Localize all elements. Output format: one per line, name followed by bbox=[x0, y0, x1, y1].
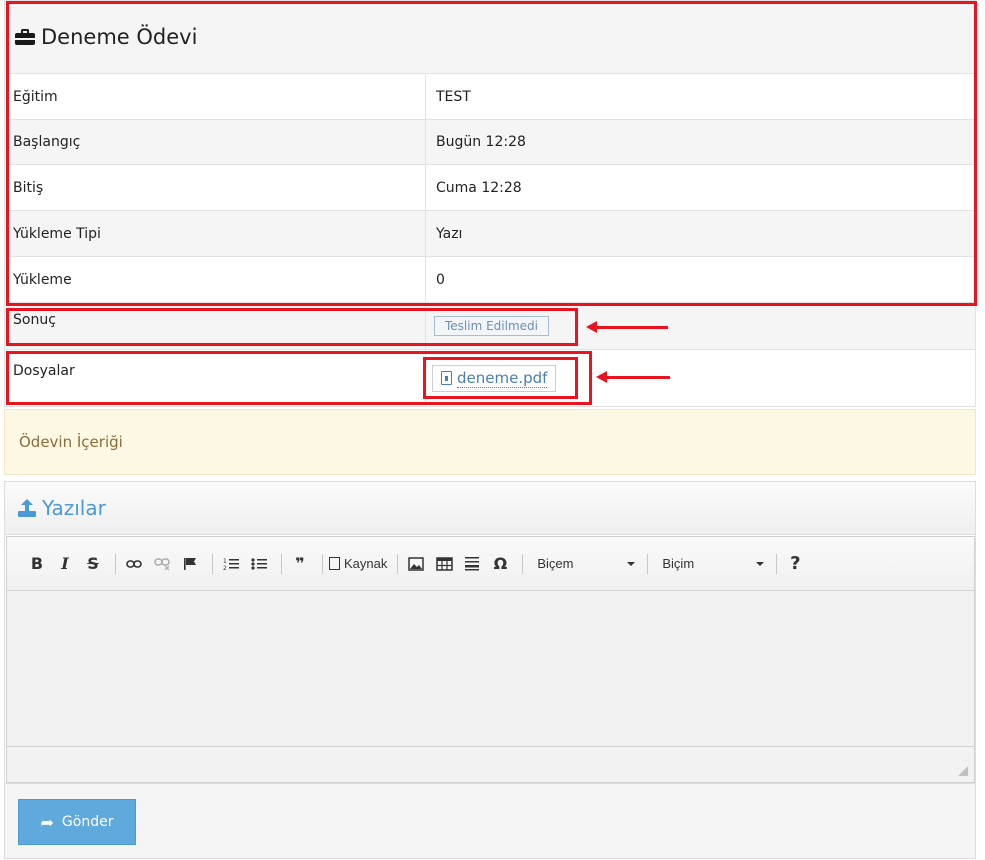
special-character-button[interactable]: Ω bbox=[488, 552, 512, 576]
result-label: Sonuç bbox=[5, 303, 426, 349]
numbered-list-icon[interactable]: 12 bbox=[219, 552, 243, 576]
source-icon bbox=[329, 557, 340, 570]
editor-status-bar bbox=[7, 746, 974, 782]
writings-panel-header: Yazılar bbox=[5, 482, 975, 535]
format-dropdown-value: Biçim bbox=[662, 556, 695, 571]
blockquote-icon[interactable]: ❞ bbox=[288, 552, 312, 576]
bold-button[interactable]: B bbox=[25, 552, 49, 576]
detail-label: Bitiş bbox=[5, 165, 426, 210]
editor-content-area[interactable] bbox=[7, 591, 974, 746]
resize-handle-icon[interactable] bbox=[958, 766, 968, 776]
detail-label: Eğitim bbox=[5, 74, 426, 119]
send-button-label: Gönder bbox=[61, 814, 114, 830]
assignment-header: Deneme Ödevi bbox=[4, 0, 976, 74]
send-button[interactable]: ➦ Gönder bbox=[18, 799, 136, 845]
svg-text:1: 1 bbox=[223, 558, 227, 565]
detail-value: TEST bbox=[436, 88, 471, 105]
status-badge: Teslim Edilmedi bbox=[434, 316, 549, 336]
horizontal-line-icon[interactable] bbox=[460, 552, 484, 576]
pdf-file-icon bbox=[441, 371, 452, 385]
detail-label: Yükleme Tipi bbox=[5, 211, 426, 256]
detail-value: 0 bbox=[436, 271, 445, 288]
files-row: Dosyalar deneme.pdf bbox=[4, 350, 976, 407]
rich-text-editor: B I S 12 ❞ Kaynak Ω Biçem Biçim ? bbox=[6, 536, 975, 783]
image-icon[interactable] bbox=[404, 552, 428, 576]
briefcase-icon bbox=[15, 29, 35, 45]
result-row: Sonuç Teslim Edilmedi bbox=[4, 303, 976, 350]
unlink-icon[interactable] bbox=[150, 552, 174, 576]
italic-button[interactable]: I bbox=[53, 552, 77, 576]
detail-label: Yükleme bbox=[5, 257, 426, 302]
strikethrough-button[interactable]: S bbox=[81, 552, 105, 576]
upload-icon bbox=[18, 499, 36, 517]
anchor-flag-icon[interactable] bbox=[178, 552, 202, 576]
assignment-content-panel[interactable]: Ödevin İçeriği bbox=[4, 409, 976, 475]
detail-value: Bugün 12:28 bbox=[436, 134, 526, 150]
link-icon[interactable] bbox=[122, 552, 146, 576]
assignment-title: Deneme Ödevi bbox=[41, 25, 198, 49]
style-dropdown-value: Biçem bbox=[537, 556, 574, 571]
annotation-arrow bbox=[604, 376, 670, 379]
detail-row-egitim: Eğitim TEST bbox=[4, 74, 976, 120]
detail-value: Yazı bbox=[436, 225, 463, 242]
file-name: deneme.pdf bbox=[457, 368, 548, 388]
share-arrow-icon: ➦ bbox=[40, 812, 54, 832]
files-label: Dosyalar bbox=[5, 350, 426, 406]
table-icon[interactable] bbox=[432, 552, 456, 576]
chevron-down-icon bbox=[627, 561, 636, 566]
bulleted-list-icon[interactable] bbox=[247, 552, 271, 576]
editor-toolbar: B I S 12 ❞ Kaynak Ω Biçem Biçim ? bbox=[7, 537, 974, 591]
content-panel-label: Ödevin İçeriği bbox=[19, 433, 123, 451]
writings-panel-footer: ➦ Gönder bbox=[5, 783, 975, 858]
detail-row-bitis: Bitiş Cuma 12:28 bbox=[4, 165, 976, 211]
help-button[interactable]: ? bbox=[783, 552, 807, 576]
detail-row-yukleme: Yükleme 0 bbox=[4, 257, 976, 303]
detail-label: Başlangıç bbox=[5, 120, 426, 164]
writings-panel: Yazılar B I S 12 ❞ Kaynak Ω Biçem Biçim … bbox=[4, 481, 976, 859]
svg-text:2: 2 bbox=[223, 565, 227, 571]
format-dropdown[interactable]: Biçim bbox=[654, 552, 770, 576]
annotation-arrow bbox=[594, 326, 668, 329]
chevron-down-icon bbox=[756, 561, 765, 566]
source-button[interactable]: Kaynak bbox=[329, 552, 387, 576]
detail-row-baslangic: Başlangıç Bugün 12:28 bbox=[4, 120, 976, 165]
style-dropdown[interactable]: Biçem bbox=[529, 552, 641, 576]
writings-panel-title: Yazılar bbox=[42, 496, 106, 520]
detail-value: Cuma 12:28 bbox=[436, 179, 522, 196]
detail-row-yukleme-tipi: Yükleme Tipi Yazı bbox=[4, 211, 976, 257]
source-button-label: Kaynak bbox=[344, 556, 388, 571]
file-link-deneme-pdf[interactable]: deneme.pdf bbox=[432, 364, 557, 392]
